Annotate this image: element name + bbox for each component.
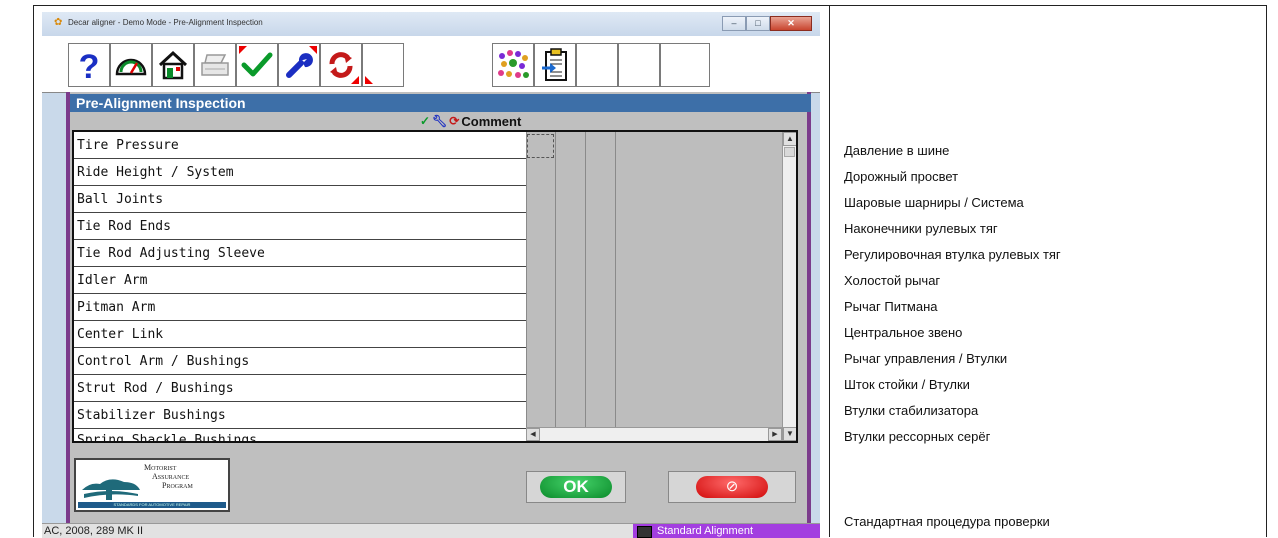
grid-divider [615,132,616,441]
report-button[interactable] [534,43,576,87]
app-window: ✿ Decar aligner - Demo Mode - Pre-Alignm… [42,12,820,538]
grid-divider [585,132,586,441]
selected-cell[interactable] [527,134,554,158]
inspection-row[interactable]: Strut Rod / Bushings [74,375,526,402]
column-header: ✓ 🔧︎ ⟳ Comment [420,113,521,129]
check-button[interactable] [236,43,278,87]
vertical-scrollbar[interactable]: ▲ ▼ [782,132,796,441]
repair-button[interactable] [278,43,320,87]
app-icon: ✿ [54,17,63,28]
logo-line-2: Assurance [152,472,190,481]
measure-button[interactable] [110,43,152,87]
inspection-grid: Tire Pressure Ride Height / System Ball … [72,130,798,443]
scroll-left-arrow-icon[interactable]: ◀ [526,428,540,441]
translation-line: Шток стойки / Втулки [844,377,970,392]
home-button[interactable] [152,43,194,87]
close-button[interactable]: ✕ [770,16,812,31]
replace-button[interactable] [320,43,362,87]
svg-text:?: ? [79,48,100,83]
gauge-icon [115,58,147,76]
inspection-row[interactable]: Idler Arm [74,267,526,294]
status-bar: AC, 2008, 289 MK II Standard Alignment [42,523,820,538]
inspection-row[interactable]: Tie Rod Ends [74,213,526,240]
red-corner-mark [239,46,247,54]
alignment-mode-label: Standard Alignment [657,525,754,537]
red-corner-mark [309,46,317,54]
translation-line: Втулки рессорных серёг [844,429,991,444]
minimize-button[interactable]: – [722,16,746,31]
vehicle-spec-button[interactable] [492,43,534,87]
clipboard-icon [542,48,567,81]
window-title: Decar aligner - Demo Mode - Pre-Alignmen… [68,18,263,27]
translation-status-line: Стандартная процедура проверки [844,514,1050,529]
translation-line: Втулки стабилизатора [844,403,979,418]
translation-line: Давление в шине [844,143,950,158]
scroll-thumb[interactable] [784,147,795,157]
inspection-row[interactable]: Tie Rod Adjusting Sleeve [74,240,526,267]
logo-line-1: Motorist [144,463,177,472]
grid-icon [637,526,652,538]
translation-line: Центральное звено [844,325,963,340]
comment-header-label: Comment [461,113,522,129]
scroll-right-arrow-icon[interactable]: ▶ [768,428,782,441]
dots-icon [498,50,529,78]
toolbar-blank-slot [660,43,710,87]
horizontal-scrollbar[interactable]: ◀ ▶ [526,427,782,441]
printer-icon [201,54,229,76]
section-header: Pre-Alignment Inspection [70,94,811,112]
print-button[interactable] [194,43,236,87]
scroll-up-arrow-icon[interactable]: ▲ [783,132,796,146]
map-logo: Motorist Assurance Program STANDARDS FOR… [74,458,230,512]
frame-top-border [33,5,1267,6]
red-corner-mark [365,76,373,84]
checkmark-icon [241,52,273,77]
red-corner-mark [351,76,359,84]
home-icon [158,50,188,80]
window-controls: – □ ✕ [722,16,812,31]
checkmark-icon: ✓ [420,114,431,128]
translation-line: Рычаг Питмана [844,299,938,314]
cancel-icon: ⊘ [696,476,768,498]
inspection-row[interactable]: Tire Pressure [74,132,526,159]
title-bar[interactable]: ✿ Decar aligner - Demo Mode - Pre-Alignm… [42,12,820,36]
translation-line: Наконечники рулевых тяг [844,221,998,236]
help-button[interactable]: ? [68,43,110,87]
frame-middle-border [829,5,830,537]
translation-line: Дорожный просвет [844,169,959,184]
toolbar-blank-slot [362,43,404,87]
logo-line-3: Program [162,481,193,490]
inspection-row[interactable]: Center Link [74,321,526,348]
question-icon: ? [79,48,100,83]
status-cells-area[interactable] [526,132,782,441]
cancel-button[interactable]: ⊘ [668,471,796,503]
cycle-arrows-icon: ⟳ [449,114,460,128]
alignment-mode-badge: Standard Alignment [633,524,820,538]
inspection-row[interactable]: Stabilizer Bushings [74,402,526,429]
toolbar: ? [42,36,820,93]
frame-right-border [1266,5,1267,537]
toolbar-blank-slot [576,43,618,87]
translation-line: Регулировочная втулка рулевых тяг [844,247,1061,262]
logo-band: STANDARDS FOR AUTOMOTIVE REPAIR [78,502,226,508]
translation-line: Рычаг управления / Втулки [844,351,1008,366]
translation-line: Шаровые шарниры / Система [844,195,1024,210]
scroll-down-arrow-icon[interactable]: ▼ [783,427,796,441]
tree-car-logo-icon [82,479,140,500]
inspection-row[interactable]: Ball Joints [74,186,526,213]
toolbar-blank-slot [618,43,660,87]
grid-divider [526,132,527,441]
inspection-row[interactable]: Ride Height / System [74,159,526,186]
maximize-button[interactable]: □ [746,16,770,31]
inspection-row[interactable]: Control Arm / Bushings [74,348,526,375]
inspection-row[interactable]: Pitman Arm [74,294,526,321]
inspection-row[interactable]: Spring Shackle Bushings [74,429,526,441]
translation-line: Холостой рычаг [844,273,941,288]
wrench-icon: 🔧︎ [432,114,448,128]
vehicle-info: AC, 2008, 289 MK II [44,525,144,537]
frame-left-border [33,5,34,537]
ok-button-label: OK [540,476,612,498]
grid-divider [555,132,556,441]
ok-button[interactable]: OK [526,471,626,503]
